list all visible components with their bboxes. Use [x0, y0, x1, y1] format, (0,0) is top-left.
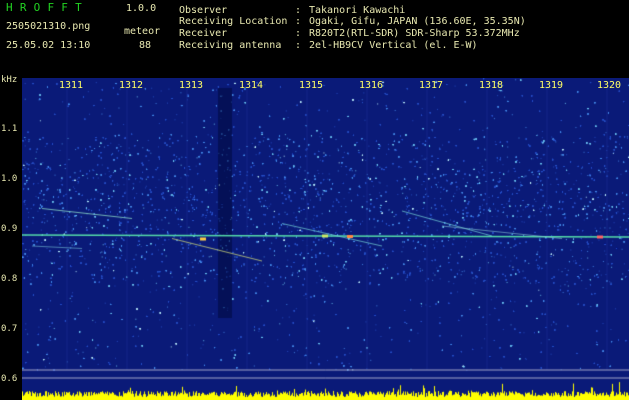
- time-tick-label: 1316: [359, 80, 384, 91]
- observer-colon: :: [295, 5, 302, 16]
- receiver-colon: :: [295, 28, 302, 39]
- time-tick-label: 1315: [299, 80, 324, 91]
- receiver-value: R820T2(RTL-SDR) SDR-Sharp 53.372MHz: [309, 28, 520, 39]
- observer-label: Observer: [179, 5, 228, 16]
- antenna-value: 2el-HB9CV Vertical (el. E-W): [309, 40, 478, 51]
- location-label: Receiving Location: [179, 16, 288, 27]
- time-tick-label: 1317: [419, 80, 444, 91]
- location-value: Ogaki, Gifu, JAPAN (136.60E, 35.35N): [309, 16, 526, 27]
- app-version: 1.0.0: [126, 3, 157, 14]
- antenna-label: Receiving antenna: [179, 40, 282, 51]
- y-tick-label: 0.8: [1, 274, 18, 284]
- filename: 2505021310.png: [6, 21, 91, 32]
- y-tick-label: 0.7: [1, 324, 18, 334]
- time-tick-label: 1318: [479, 80, 504, 91]
- app-title: HROFFT: [6, 1, 89, 14]
- spectrogram-canvas: [22, 78, 629, 400]
- time-tick-label: 1311: [59, 80, 84, 91]
- receiver-label: Receiver: [179, 28, 228, 39]
- time-tick-label: 1314: [239, 80, 264, 91]
- antenna-colon: :: [295, 40, 302, 51]
- meteor-count: 88: [139, 40, 152, 51]
- time-tick-label: 1313: [179, 80, 204, 91]
- y-tick-label: 0.6: [1, 374, 18, 384]
- y-tick-label: 1.1: [1, 124, 18, 134]
- time-tick-label: 1312: [119, 80, 144, 91]
- observer-value: Takanori Kawachi: [309, 5, 406, 16]
- y-tick-label: 0.9: [1, 224, 18, 234]
- time-tick-label: 1319: [539, 80, 564, 91]
- header-panel: HROFFT 1.0.0 2505021310.png 25.05.02 13:…: [0, 0, 629, 72]
- y-axis-unit: kHz: [1, 75, 18, 85]
- location-colon: :: [295, 16, 302, 27]
- datetime: 25.05.02 13:10: [6, 40, 91, 51]
- y-tick-label: 1.0: [1, 174, 18, 184]
- time-tick-label: 1320: [597, 80, 622, 91]
- meteor-label: meteor: [124, 26, 161, 37]
